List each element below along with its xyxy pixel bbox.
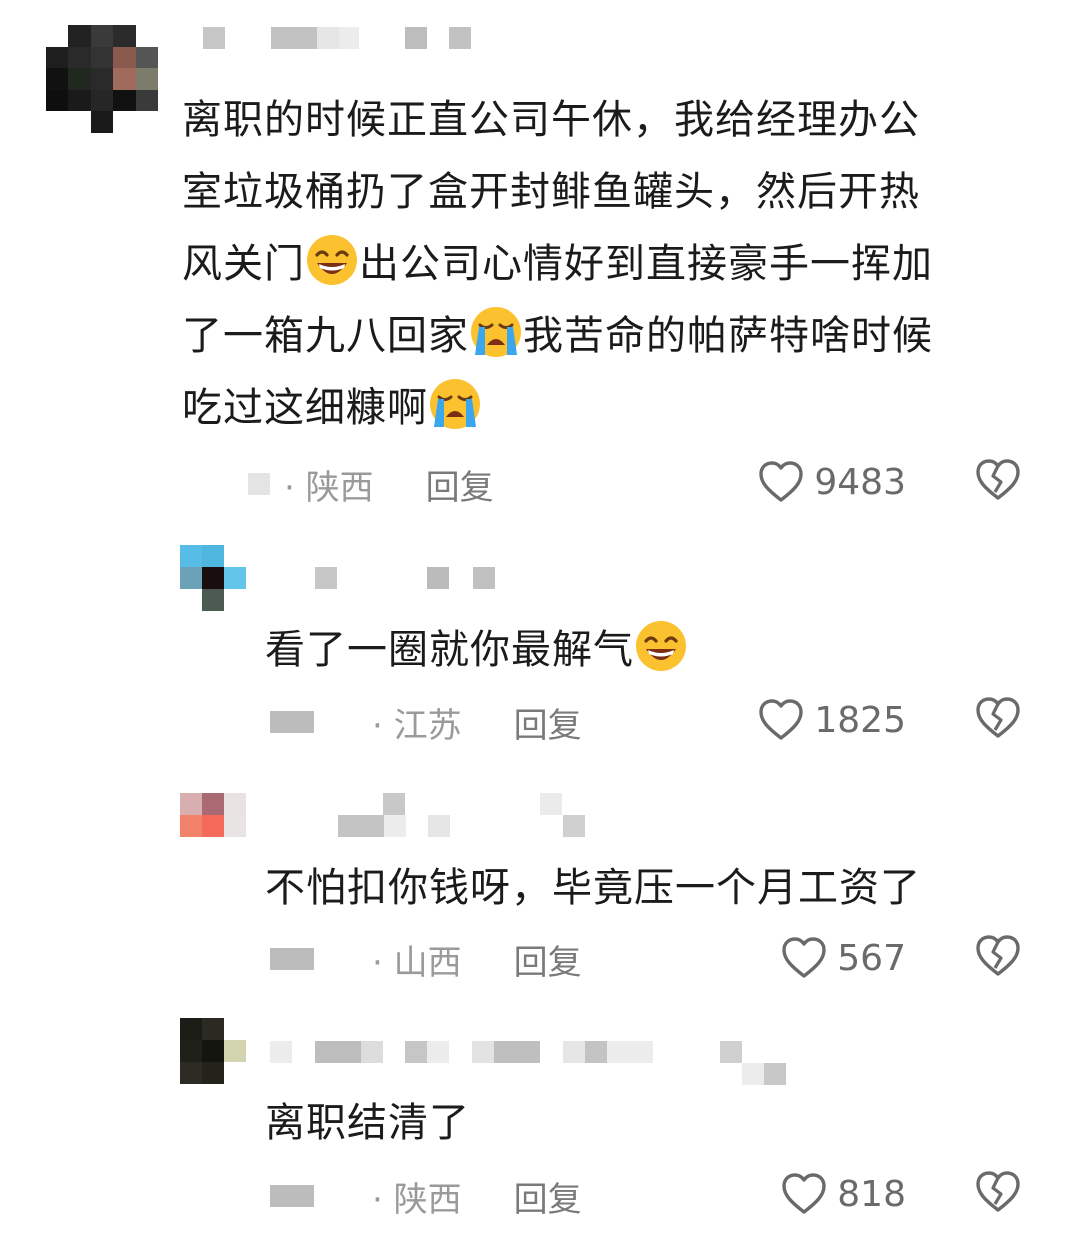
reply-button[interactable]: 回复 <box>514 1172 582 1221</box>
like-count: 818 <box>837 1173 906 1215</box>
username[interactable] <box>315 567 495 589</box>
timestamp <box>270 948 314 970</box>
avatar[interactable] <box>180 545 246 611</box>
like-button[interactable]: 567 <box>740 932 906 984</box>
timestamp <box>270 1185 314 1207</box>
dislike-button[interactable] <box>975 696 1021 744</box>
comment-text: 看了一圈就你最解气 <box>265 614 688 686</box>
location: · 陕西 <box>372 1179 462 1220</box>
avatar[interactable] <box>46 25 158 133</box>
reply-button[interactable]: 回复 <box>426 460 494 509</box>
location: · 山西 <box>372 942 462 983</box>
avatar[interactable] <box>180 793 246 837</box>
reply-button[interactable]: 回复 <box>514 935 582 984</box>
grinning-sweat-emoji <box>636 621 686 671</box>
username[interactable] <box>203 27 471 49</box>
like-button[interactable]: 9483 <box>740 456 906 508</box>
comment-meta: · 陕西 回复 <box>270 1172 582 1221</box>
broken-heart-icon <box>976 697 1020 738</box>
comment-meta: · 江苏 回复 <box>270 698 582 747</box>
like-count: 9483 <box>814 461 906 503</box>
like-button[interactable]: 1825 <box>740 694 906 746</box>
heart-outline-icon <box>759 699 804 740</box>
dislike-button[interactable] <box>975 934 1021 982</box>
crying-emoji <box>430 379 480 429</box>
heart-outline-icon <box>759 461 804 502</box>
grinning-sweat-emoji <box>307 235 357 285</box>
dislike-button[interactable] <box>975 458 1021 506</box>
reply-button[interactable]: 回复 <box>514 698 582 747</box>
comment-meta: · 山西 回复 <box>270 935 582 984</box>
timestamp <box>248 473 270 495</box>
location: · 江苏 <box>372 705 462 746</box>
like-count: 1825 <box>814 699 906 741</box>
dislike-button[interactable] <box>975 1170 1021 1218</box>
comment-meta: · 陕西 回复 <box>248 460 494 509</box>
comment-text: 离职的时候正直公司午休，我给经理办公 室垃圾桶扔了盒开封鲱鱼罐头，然后开热 风关… <box>182 97 933 431</box>
like-button[interactable]: 818 <box>740 1168 906 1220</box>
crying-emoji <box>471 307 521 357</box>
comment-text: 离职结清了 <box>265 1100 470 1146</box>
comment-text: 不怕扣你钱呀，毕竟压一个月工资了 <box>265 865 921 911</box>
heart-outline-icon <box>782 937 826 978</box>
avatar[interactable] <box>180 1018 246 1084</box>
location: · 陕西 <box>284 467 374 508</box>
broken-heart-icon <box>976 1171 1020 1212</box>
like-count: 567 <box>837 937 906 979</box>
timestamp <box>270 711 314 733</box>
broken-heart-icon <box>976 459 1020 500</box>
broken-heart-icon <box>976 935 1020 976</box>
heart-outline-icon <box>782 1173 826 1214</box>
